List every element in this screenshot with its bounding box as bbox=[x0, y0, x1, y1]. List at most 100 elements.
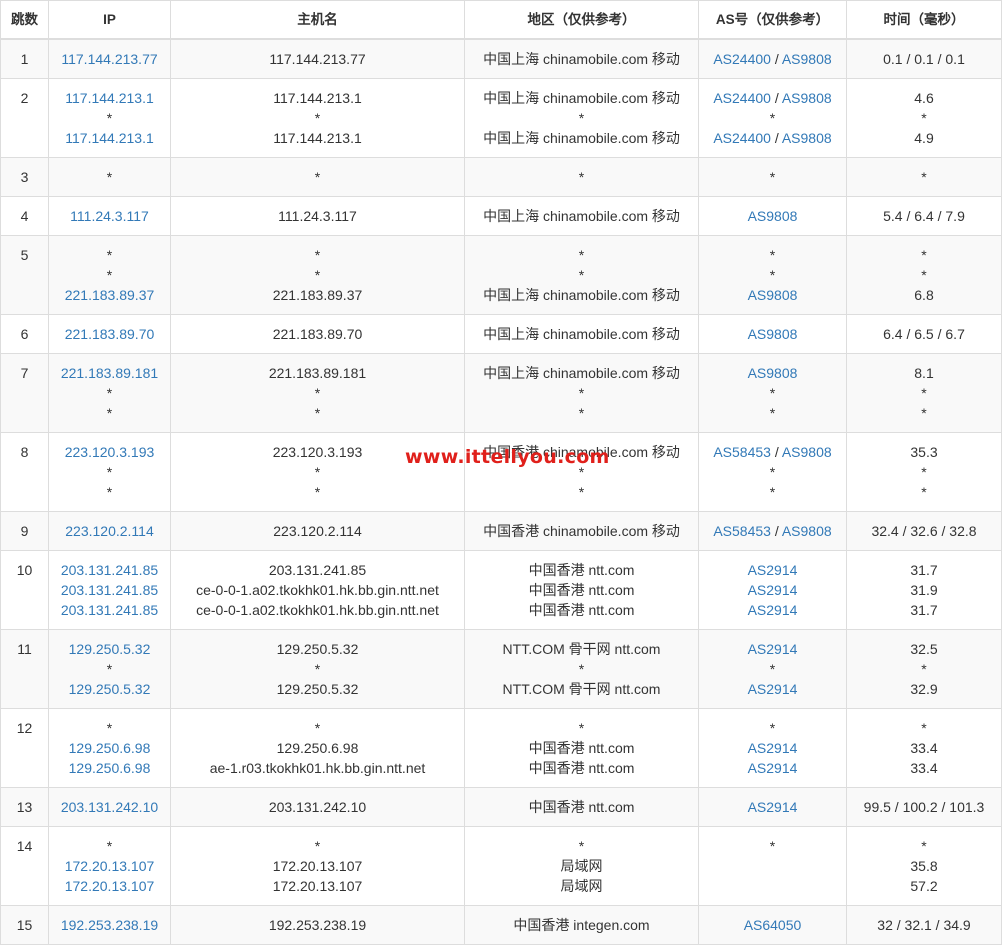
region-text: 中国香港 ntt.com bbox=[528, 799, 635, 815]
timeout-marker: * bbox=[314, 838, 321, 854]
as-separator: / bbox=[770, 523, 782, 539]
time-value: 99.5 / 100.2 / 101.3 bbox=[863, 799, 985, 815]
as-link[interactable]: AS2914 bbox=[748, 602, 798, 618]
timeout-marker: * bbox=[769, 484, 776, 500]
time-value: 57.2 bbox=[910, 878, 938, 894]
as-link[interactable]: AS2914 bbox=[748, 681, 798, 697]
ip-link[interactable]: 203.131.241.85 bbox=[53, 580, 166, 600]
hop-cell: 6 bbox=[0, 314, 49, 354]
timeout-marker: * bbox=[921, 385, 927, 401]
hostname-cell: * bbox=[170, 157, 465, 197]
ip-link[interactable]: 117.144.213.77 bbox=[53, 49, 166, 69]
ip-link[interactable]: 111.24.3.117 bbox=[53, 206, 166, 226]
as-link[interactable]: AS2914 bbox=[748, 582, 798, 598]
region-text: 中国上海 chinamobile.com 移动 bbox=[483, 208, 680, 224]
ip-link[interactable]: 117.144.213.1 bbox=[53, 128, 166, 148]
as-link[interactable]: AS9808 bbox=[782, 444, 832, 460]
as-link[interactable]: AS9808 bbox=[782, 90, 832, 106]
as-link[interactable]: AS2914 bbox=[748, 760, 798, 776]
ip-link[interactable]: 129.250.6.98 bbox=[53, 738, 166, 758]
as-line: AS2914 bbox=[703, 738, 842, 758]
timeout-marker: * bbox=[106, 484, 113, 500]
timeout-marker: * bbox=[106, 247, 113, 263]
timeout-marker: * bbox=[314, 484, 321, 500]
as-link[interactable]: AS9808 bbox=[748, 326, 798, 342]
hop-number: 11 bbox=[17, 641, 32, 657]
ip-link[interactable]: 172.20.13.107 bbox=[53, 876, 166, 896]
header-as[interactable]: AS号（仅供参考） bbox=[698, 0, 847, 40]
timeout-marker: * bbox=[769, 169, 776, 185]
hostname-cell: * * 221.183.89.37 bbox=[170, 235, 465, 315]
timeout-marker: * bbox=[578, 169, 585, 185]
hop-cell: 5 bbox=[0, 235, 49, 315]
as-link[interactable]: AS58453 bbox=[713, 444, 771, 460]
as-link[interactable]: AS2914 bbox=[748, 740, 798, 756]
ip-link[interactable]: 223.120.2.114 bbox=[53, 521, 166, 541]
ip-link[interactable]: 221.183.89.181 bbox=[53, 363, 166, 383]
ip-cell: * bbox=[48, 157, 171, 197]
ip-link[interactable]: 203.131.241.85 bbox=[53, 560, 166, 580]
as-line: * bbox=[703, 403, 842, 423]
as-link[interactable]: AS58453 bbox=[713, 523, 771, 539]
ip-link[interactable]: 192.253.238.19 bbox=[53, 915, 166, 935]
as-link[interactable]: AS9808 bbox=[748, 208, 798, 224]
header-ip[interactable]: IP bbox=[48, 0, 171, 40]
region-text: 中国上海 chinamobile.com 移动 bbox=[483, 365, 680, 381]
table-row: 2 117.144.213.1 * 117.144.213.1 117.144.213.… bbox=[0, 78, 1002, 158]
ip-link[interactable]: 223.120.3.193 bbox=[53, 442, 166, 462]
region-text: 局域网 bbox=[560, 878, 603, 894]
as-link[interactable]: AS24400 bbox=[713, 130, 771, 146]
hop-cell: 7 bbox=[0, 353, 49, 433]
table-row: 7 221.183.89.181 * * 221.183.89.181 * * 中国上海 ch… bbox=[0, 353, 1002, 433]
header-region[interactable]: 地区（仅供参考） bbox=[464, 0, 699, 40]
ip-link[interactable]: 172.20.13.107 bbox=[53, 856, 166, 876]
time-value: 4.9 bbox=[914, 130, 934, 146]
hop-cell: 11 bbox=[0, 629, 49, 709]
as-cell: AS2914 * AS2914 bbox=[698, 629, 847, 709]
ip-link[interactable]: 221.183.89.37 bbox=[53, 285, 166, 305]
region-cell: 中国香港 ntt.com 中国香港 ntt.com 中国香港 ntt.com bbox=[464, 550, 699, 630]
as-cell: * * AS9808 bbox=[698, 235, 847, 315]
as-cell: AS9808 bbox=[698, 196, 847, 236]
ip-link[interactable]: 129.250.5.32 bbox=[53, 639, 166, 659]
as-line: AS2914 bbox=[703, 580, 842, 600]
region-cell: 中国上海 chinamobile.com 移动 bbox=[464, 38, 699, 79]
as-link[interactable]: AS2914 bbox=[748, 562, 798, 578]
as-link[interactable]: AS9808 bbox=[782, 523, 832, 539]
time-value: 5.4 / 6.4 / 7.9 bbox=[883, 208, 965, 224]
ip-link[interactable]: 117.144.213.1 bbox=[53, 88, 166, 108]
ip-link[interactable]: 129.250.5.32 bbox=[53, 679, 166, 699]
as-link[interactable]: AS9808 bbox=[782, 51, 832, 67]
as-line: * bbox=[703, 836, 842, 856]
hop-number: 8 bbox=[20, 444, 29, 460]
timeout-marker: * bbox=[769, 405, 776, 421]
header-hop[interactable]: 跳数 bbox=[0, 0, 49, 40]
hop-number: 13 bbox=[16, 799, 33, 815]
as-link[interactable]: AS2914 bbox=[748, 799, 798, 815]
ip-link[interactable]: 129.250.6.98 bbox=[53, 758, 166, 778]
as-link[interactable]: AS24400 bbox=[713, 90, 771, 106]
ip-cell: 129.250.5.32 * 129.250.5.32 bbox=[48, 629, 171, 709]
ip-link[interactable]: 203.131.242.10 bbox=[53, 797, 166, 817]
as-line: AS9808 bbox=[703, 324, 842, 344]
time-value: 6.8 bbox=[914, 287, 934, 303]
as-link[interactable]: AS9808 bbox=[748, 365, 798, 381]
time-cell: * bbox=[846, 157, 1002, 197]
timeout-marker: * bbox=[769, 838, 776, 854]
as-link[interactable]: AS2914 bbox=[748, 641, 798, 657]
hop-number: 12 bbox=[16, 720, 33, 736]
hostname-cell: 221.183.89.70 bbox=[170, 314, 465, 354]
header-hostname[interactable]: 主机名 bbox=[170, 0, 465, 40]
as-cell: AS2914 bbox=[698, 787, 847, 827]
table-row: 6 221.183.89.70 221.183.89.70 中国上海 chinamob… bbox=[0, 314, 1002, 354]
as-link[interactable]: AS9808 bbox=[748, 287, 798, 303]
ip-link[interactable]: 221.183.89.70 bbox=[53, 324, 166, 344]
header-time[interactable]: 时间（毫秒） bbox=[846, 0, 1002, 40]
as-link[interactable]: AS9808 bbox=[782, 130, 832, 146]
ip-link[interactable]: 203.131.241.85 bbox=[53, 600, 166, 620]
as-link[interactable]: AS64050 bbox=[744, 917, 802, 933]
hostname-text: ce-0-0-1.a02.tkokhk01.hk.bb.gin.ntt.net bbox=[196, 602, 439, 618]
ip-cell: 203.131.242.10 bbox=[48, 787, 171, 827]
hostname-cell: 203.131.241.85 ce-0-0-1.a02.tkokhk01.hk.b… bbox=[170, 550, 465, 630]
as-link[interactable]: AS24400 bbox=[713, 51, 771, 67]
